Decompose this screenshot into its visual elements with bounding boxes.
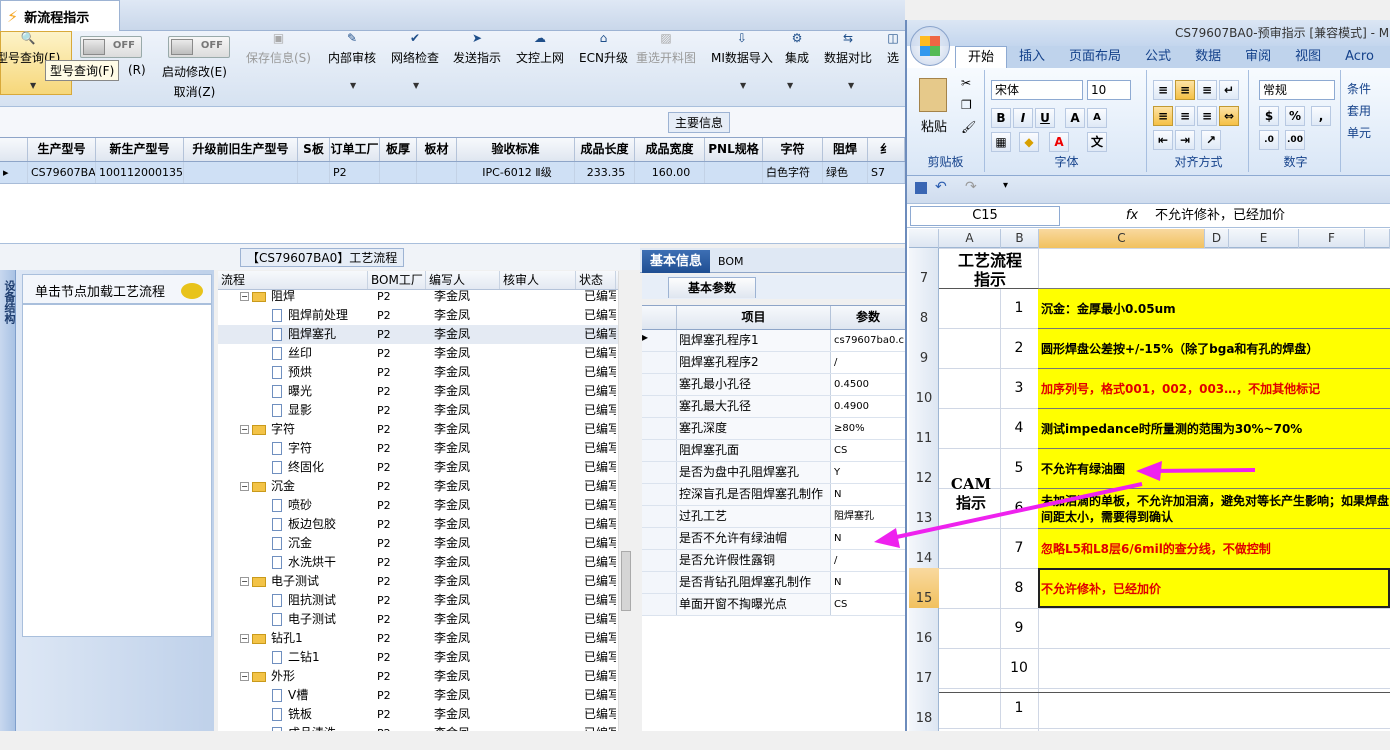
annotation-arrowhead-2: [874, 528, 900, 548]
annotation-arrows: [874, 461, 1256, 548]
annotation-arrow-line-1: [1149, 468, 1256, 473]
annotation-arrowhead-1: [1136, 461, 1162, 481]
annotation-arrow-line-2: [891, 482, 1143, 540]
